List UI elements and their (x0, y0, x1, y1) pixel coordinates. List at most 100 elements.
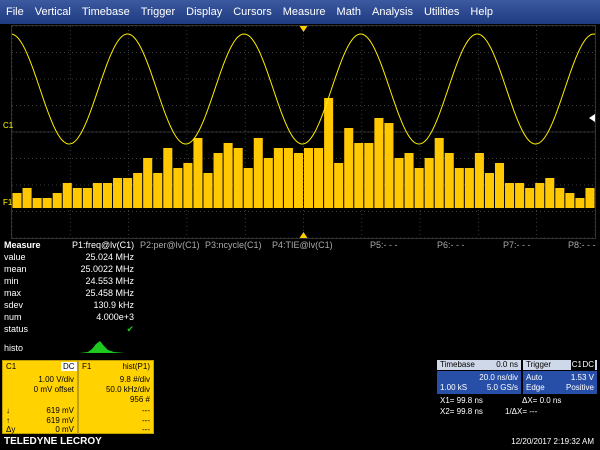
param-p4[interactable]: P4:TIE@lv(C1) (272, 240, 333, 250)
f1-trace-marker: F1 (3, 198, 13, 207)
cursor-inv-dx: 1/ΔX= --- (505, 407, 538, 416)
meas-value-sdev: 130.9 kHz (93, 300, 134, 310)
trigger-coupling: DC (581, 360, 595, 370)
histogram-bar (253, 138, 263, 208)
meas-value-min: 24.553 MHz (85, 276, 134, 286)
timestamp: 12/20/2017 2:19:32 AM (511, 437, 594, 446)
menu-measure[interactable]: Measure (277, 6, 331, 18)
timebase-box[interactable]: Timebase 0.0 ns 20.0 ns/div 1.00 kS 5.0 … (437, 360, 521, 394)
menu-vertical[interactable]: Vertical (29, 6, 76, 18)
histogram-bar (565, 193, 575, 208)
waveform-grid (12, 26, 595, 238)
histogram-bar (535, 183, 545, 208)
histogram-bar (364, 143, 374, 208)
c1-value3: 0 mV (55, 425, 74, 434)
f1-function-box[interactable]: F1 hist(P1) 9.8 #/div 50.0 kHz/div 956 #… (78, 360, 154, 434)
measurement-panel: Measure P1:freq@lv(C1) P2:per@lv(C1) P3:… (0, 238, 600, 356)
histogram-bar (484, 173, 494, 208)
trigger-header: Trigger C1 DC (523, 360, 597, 370)
histogram-bar (384, 123, 394, 208)
param-p6[interactable]: P6:- - - (437, 240, 465, 250)
histogram-bar (545, 178, 555, 208)
c1-sym3: Δy (6, 425, 16, 434)
menu-timebase[interactable]: Timebase (76, 6, 135, 18)
param-p2[interactable]: P2:per@lv(C1) (140, 240, 200, 250)
brand-logo: TELEDYNE LECROY (4, 436, 102, 447)
histogram-bar (82, 188, 92, 208)
menu-file[interactable]: File (0, 6, 29, 18)
trigger-body: Auto 1.53 V Edge Positive (523, 371, 597, 394)
trigger-type: Edge (526, 383, 545, 392)
menu-utilities[interactable]: Utilities (418, 6, 464, 18)
histogram-bar (92, 183, 102, 208)
menu-cursors[interactable]: Cursors (227, 6, 277, 18)
c1-sym1: ↓ (6, 406, 10, 415)
f1-vdiv: 9.8 #/div (119, 375, 150, 384)
histogram-bar (525, 188, 535, 208)
param-p3[interactable]: P3:ncycle(C1) (205, 240, 262, 250)
histogram-bar (203, 173, 213, 208)
histogram-bar (515, 183, 525, 208)
timebase-body: 20.0 ns/div 1.00 kS 5.0 GS/s (437, 371, 521, 394)
c1-channel-box[interactable]: C1 DC 1.00 V/div 0 mV offset ↓ 619 mV ↑ … (2, 360, 78, 434)
histogram-bar (233, 148, 243, 208)
histogram-bar (163, 148, 173, 208)
trigger-box[interactable]: Trigger C1 DC Auto 1.53 V Edge Positive (523, 360, 597, 394)
histogram-bar (344, 128, 354, 208)
c1-title: C1 (6, 362, 17, 371)
histogram-bar (62, 183, 72, 208)
histogram-bar (72, 188, 82, 208)
histogram-bar (374, 118, 384, 208)
trigger-slope: Positive (565, 383, 594, 392)
histogram-bar (394, 158, 404, 208)
param-p1[interactable]: P1:freq@lv(C1) (72, 240, 134, 250)
histogram-bar (555, 188, 565, 208)
meas-value-status: ✔ (126, 324, 134, 334)
c1-trace-marker: C1 (3, 121, 14, 130)
histogram-bar (334, 163, 344, 208)
histogram-bar (173, 168, 183, 208)
param-p5[interactable]: P5:- - - (370, 240, 398, 250)
f1-function: hist(P1) (122, 362, 150, 371)
timebase-title: Timebase (440, 360, 475, 369)
histogram-bar (273, 148, 283, 208)
histogram-bar (444, 153, 454, 208)
histogram-bar (12, 193, 22, 208)
trigger-mode: Auto (526, 373, 543, 382)
param-p8[interactable]: P8:- - - (568, 240, 596, 250)
histogram-bar (133, 173, 143, 208)
c1-value2: 619 mV (46, 416, 74, 425)
meas-value-max: 25.458 MHz (85, 288, 134, 298)
param-p7[interactable]: P7:- - - (503, 240, 531, 250)
histogram-bar (304, 148, 314, 208)
histogram-bar (464, 168, 474, 208)
histogram-bar (32, 198, 42, 208)
c1-vdiv: 1.00 V/div (38, 375, 74, 384)
f1-value4: --- (142, 406, 150, 415)
histogram-bar (414, 168, 424, 208)
menu-display[interactable]: Display (180, 6, 227, 18)
histogram-bar (454, 168, 464, 208)
meas-value-value: 25.024 MHz (85, 252, 134, 262)
menu-trigger[interactable]: Trigger (135, 6, 180, 18)
histogram-bar (324, 98, 334, 208)
histo-label: histo (4, 343, 24, 353)
histogram-bar (143, 158, 153, 208)
scope-display[interactable]: C1 F1 (3, 25, 596, 239)
histogram-bar (474, 153, 484, 208)
histogram-bar (404, 153, 414, 208)
c1-offset: 0 mV offset (33, 385, 74, 394)
f1-count: 956 # (129, 395, 150, 404)
menu-analysis[interactable]: Analysis (366, 6, 418, 18)
c1-coupling-badge: DC (61, 362, 77, 371)
histogram-bar (585, 188, 595, 208)
trigger-title: Trigger (526, 360, 552, 369)
menu-math[interactable]: Math (331, 6, 366, 18)
histogram-bar (494, 163, 505, 208)
histogram-bar (314, 148, 324, 208)
histogram-bar (223, 143, 233, 208)
menu-help[interactable]: Help (464, 6, 498, 18)
c1-value1: 619 mV (46, 406, 74, 415)
histogram-bar (424, 158, 434, 208)
timebase-samples: 1.00 kS (440, 383, 468, 392)
